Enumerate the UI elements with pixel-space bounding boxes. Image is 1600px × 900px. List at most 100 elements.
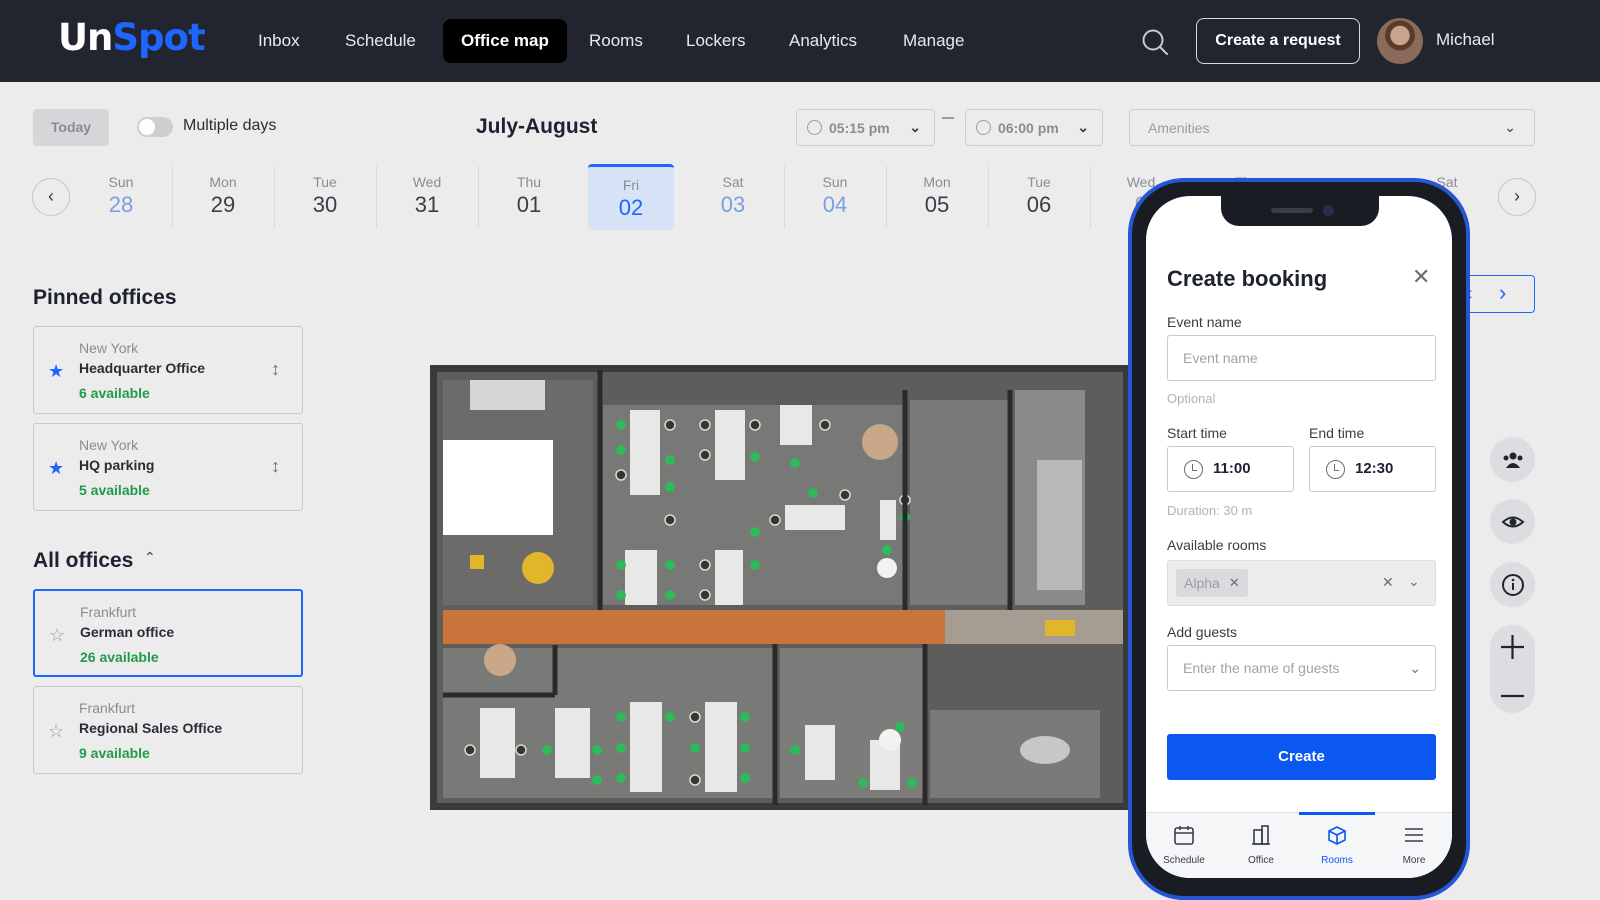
event-name-input[interactable]: Event name <box>1167 335 1436 381</box>
start-time-select[interactable]: 05:15 pm ⌄ <box>796 109 935 146</box>
add-guests-input[interactable]: Enter the name of guests ⌄ <box>1167 645 1436 691</box>
calendar-day[interactable]: Sun 28 <box>78 164 164 230</box>
calendar-day[interactable]: Tue 30 <box>282 164 368 230</box>
star-outline-icon[interactable]: ☆ <box>49 625 65 646</box>
today-button[interactable]: Today <box>33 109 109 146</box>
pinned-office-card[interactable]: ★ New York HQ parking 5 available ↕ <box>33 423 303 511</box>
booking-start-time-value: 11:00 <box>1213 460 1251 477</box>
calendar-day[interactable]: Sat 03 <box>690 164 776 230</box>
info-button[interactable] <box>1490 562 1535 607</box>
chevron-down-icon: ⌄ <box>1504 119 1516 135</box>
room-chip[interactable]: Alpha ✕ <box>1176 569 1248 597</box>
chevron-down-icon[interactable]: ⌄ <box>1408 573 1420 590</box>
booking-end-time-input[interactable]: 12:30 <box>1309 446 1436 492</box>
day-name: Sun <box>108 174 134 190</box>
people-filter-button[interactable] <box>1490 437 1535 482</box>
office-city: Frankfurt <box>80 604 137 620</box>
day-date: 03 <box>720 192 746 217</box>
room-chip-label: Alpha <box>1184 575 1220 591</box>
day-divider <box>1090 166 1091 228</box>
tab-office[interactable]: Office <box>1223 813 1299 878</box>
tab-rooms[interactable]: Rooms <box>1299 812 1375 878</box>
day-name: Sat <box>722 174 744 190</box>
star-outline-icon[interactable]: ☆ <box>48 721 64 742</box>
star-filled-icon[interactable]: ★ <box>48 458 64 479</box>
search-icon[interactable] <box>1140 27 1170 57</box>
calendar-day[interactable]: Tue 06 <box>996 164 1082 230</box>
day-date: 28 <box>108 192 134 217</box>
nav-manage[interactable]: Manage <box>885 19 982 63</box>
room-floor <box>910 400 1010 605</box>
office-availability: 9 available <box>79 745 150 761</box>
end-time-select[interactable]: 06:00 pm ⌄ <box>965 109 1103 146</box>
create-request-button[interactable]: Create a request <box>1196 18 1360 64</box>
nav-rooms[interactable]: Rooms <box>571 19 661 63</box>
chevron-down-icon: ⌄ <box>909 119 921 135</box>
people-icon <box>1503 452 1522 468</box>
booking-start-time-input[interactable]: 11:00 <box>1167 446 1294 492</box>
pinned-office-card[interactable]: ★ New York Headquarter Office 6 availabl… <box>33 326 303 414</box>
office-card[interactable]: ☆ Frankfurt Regional Sales Office 9 avai… <box>33 686 303 774</box>
day-name: Tue <box>1027 174 1051 190</box>
clear-icon[interactable]: ✕ <box>1382 574 1394 591</box>
office-availability: 26 available <box>80 649 159 665</box>
lounge-sofa <box>1045 620 1075 636</box>
end-time-value: 06:00 pm <box>998 120 1059 136</box>
zoom-out-icon[interactable] <box>1490 674 1535 718</box>
tab-more[interactable]: More <box>1376 813 1452 878</box>
time-range-separator <box>942 117 954 119</box>
start-time-label: Start time <box>1167 425 1227 441</box>
round-table <box>484 644 516 676</box>
day-divider <box>478 166 479 228</box>
nav-office-map[interactable]: Office map <box>443 19 567 63</box>
amenities-select[interactable]: Amenities ⌄ <box>1129 109 1535 146</box>
nav-schedule[interactable]: Schedule <box>327 19 434 63</box>
create-booking-button[interactable]: Create <box>1167 734 1436 780</box>
day-divider <box>172 166 173 228</box>
staircase <box>1037 460 1082 590</box>
nav-lockers[interactable]: Lockers <box>668 19 764 63</box>
multiple-days-label: Multiple days <box>183 117 277 134</box>
office-floor-map[interactable] <box>425 330 1135 815</box>
phone-screen: Create booking ✕ Event name Event name O… <box>1146 196 1452 878</box>
add-guests-label: Add guests <box>1167 624 1238 640</box>
office-card-selected[interactable]: ☆ Frankfurt German office 26 available <box>33 589 303 677</box>
remove-chip-icon[interactable]: ✕ <box>1229 569 1240 597</box>
close-icon[interactable]: ✕ <box>1412 264 1430 290</box>
reorder-handle-icon[interactable]: ↕ <box>271 359 280 380</box>
calendar-day[interactable]: Mon 05 <box>894 164 980 230</box>
user-name[interactable]: Michael <box>1436 30 1495 50</box>
office-name: Headquarter Office <box>79 360 206 376</box>
calendar-day-selected[interactable]: Fri 02 <box>588 164 674 230</box>
end-time-label: End time <box>1309 425 1365 441</box>
calendar-prev-button[interactable]: ‹ <box>32 178 70 216</box>
calendar-day[interactable]: Thu 01 <box>486 164 572 230</box>
day-date: 06 <box>1026 192 1052 217</box>
star-filled-icon[interactable]: ★ <box>48 361 64 382</box>
day-name: Mon <box>923 174 951 190</box>
day-date: 04 <box>822 192 848 217</box>
available-rooms-select[interactable]: Alpha ✕ ✕ ⌄ <box>1167 560 1436 606</box>
office-name: German office <box>80 624 175 640</box>
nav-analytics[interactable]: Analytics <box>771 19 875 63</box>
unspot-logo[interactable]: UnSpot <box>58 16 206 59</box>
tab-schedule[interactable]: Schedule <box>1146 813 1222 878</box>
clock-icon <box>1184 460 1203 479</box>
reorder-handle-icon[interactable]: ↕ <box>271 456 280 477</box>
booking-modal-title: Create booking <box>1167 266 1328 291</box>
menu-icon <box>1405 828 1423 842</box>
zoom-in-icon[interactable] <box>1490 625 1535 669</box>
visibility-button[interactable] <box>1490 499 1535 544</box>
calendar-next-button[interactable]: › <box>1498 178 1536 216</box>
meeting-table <box>1020 736 1070 764</box>
multiple-days-toggle[interactable] <box>137 117 173 137</box>
chevron-up-icon[interactable]: ⌃ <box>144 549 156 566</box>
nav-inbox[interactable]: Inbox <box>240 19 318 63</box>
calendar-day[interactable]: Mon 29 <box>180 164 266 230</box>
phone-mockup: Create booking ✕ Event name Event name O… <box>1128 178 1470 900</box>
all-offices-title: All offices <box>33 549 134 572</box>
user-avatar[interactable] <box>1377 18 1423 64</box>
clock-icon <box>807 120 822 135</box>
calendar-day[interactable]: Sun 04 <box>792 164 878 230</box>
calendar-day[interactable]: Wed 31 <box>384 164 470 230</box>
